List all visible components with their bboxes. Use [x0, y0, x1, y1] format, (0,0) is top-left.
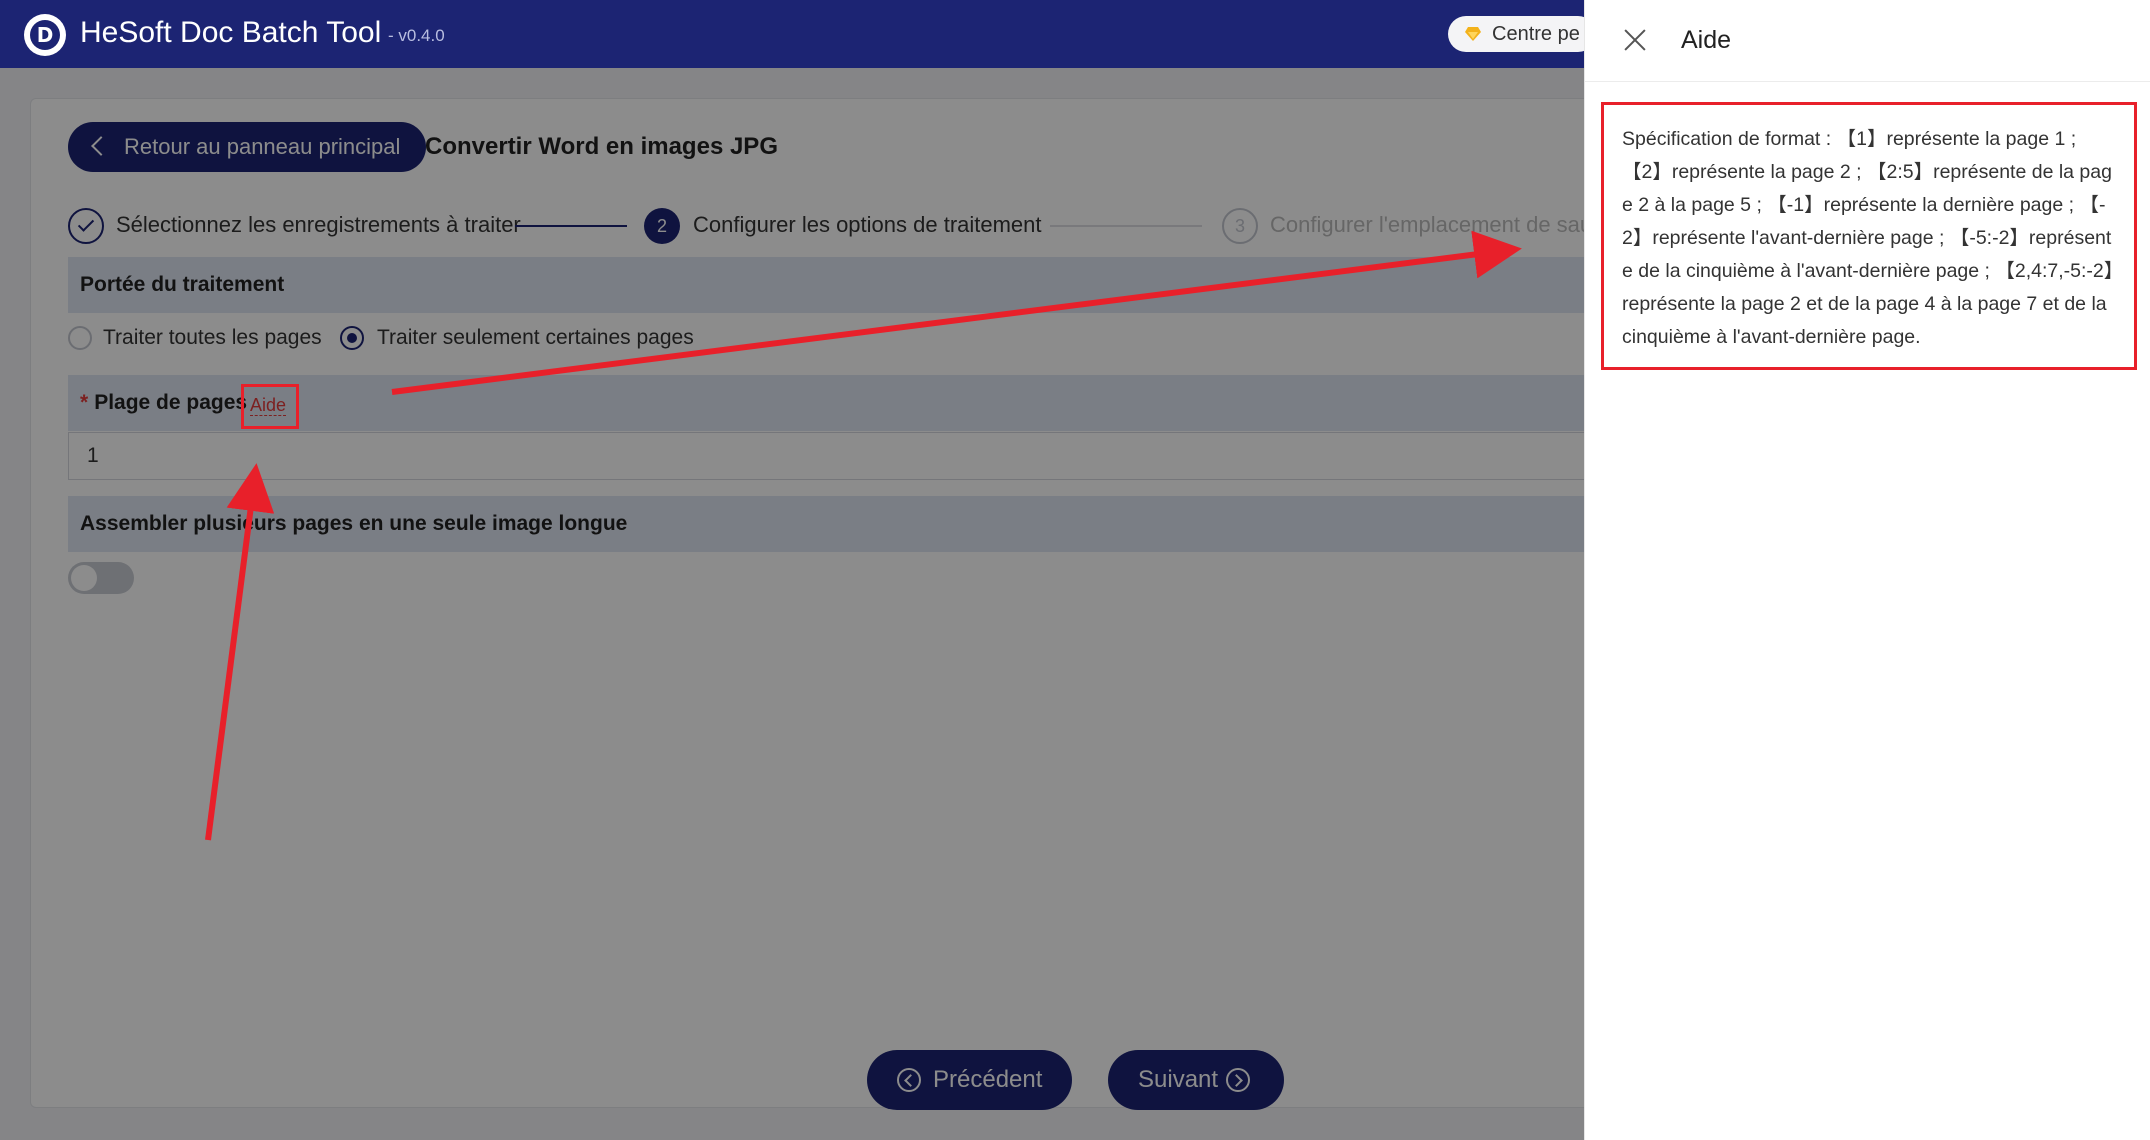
personal-center-button[interactable]: Centre pe — [1448, 16, 1596, 52]
app-version: - v0.4.0 — [388, 26, 445, 45]
close-icon[interactable] — [1623, 28, 1647, 52]
app-logo-icon: D — [24, 14, 66, 56]
drawer-title: Aide — [1681, 26, 1732, 54]
diamond-icon — [1465, 27, 1481, 41]
help-drawer: Aide Spécification de format : 【1】représ… — [1584, 0, 2150, 1140]
drawer-header: Aide — [1585, 0, 2150, 82]
help-text: Spécification de format : 【1】représente … — [1622, 128, 2114, 348]
modal-overlay[interactable] — [0, 68, 1584, 1140]
help-content-box: Spécification de format : 【1】représente … — [1601, 102, 2137, 370]
personal-center-label: Centre pe — [1492, 23, 1580, 45]
app-title: HeSoft Doc Batch Tool — [80, 16, 382, 49]
annotation-highlight-box — [241, 384, 299, 429]
